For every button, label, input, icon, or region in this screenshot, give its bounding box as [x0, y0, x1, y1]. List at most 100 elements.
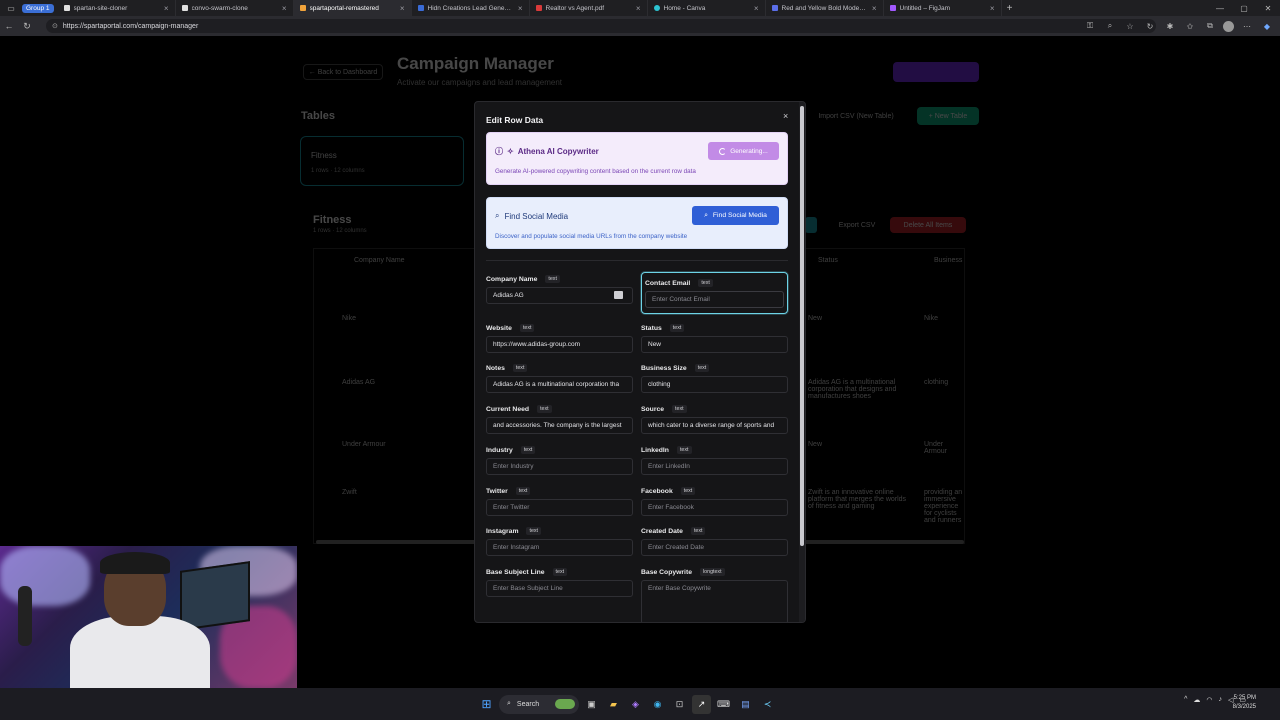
- modal-scroll-thumb[interactable]: [800, 106, 804, 546]
- export-csv-button[interactable]: Export CSV: [832, 217, 882, 233]
- tab-close-icon[interactable]: ×: [754, 4, 759, 13]
- zoom-icon[interactable]: ⌕: [1103, 19, 1117, 33]
- extensions-icon[interactable]: ✱: [1163, 19, 1177, 33]
- created-date-input[interactable]: Enter Created Date: [641, 539, 788, 556]
- base-subject-line-input[interactable]: Enter Base Subject Line: [486, 580, 633, 597]
- profile-avatar[interactable]: [1223, 20, 1234, 32]
- source-label: Source text: [641, 405, 687, 413]
- tab-close-icon[interactable]: ×: [400, 4, 405, 13]
- new-table-button[interactable]: + New Table: [917, 107, 979, 125]
- mic-icon[interactable]: ♪: [1218, 696, 1222, 704]
- address-bar: ← ↻ ⊙ https://spartaportal.com/campaign-…: [0, 16, 1280, 36]
- tab-red-yellow[interactable]: Red and Yellow Bold Modern You ×: [766, 0, 884, 16]
- edit-row-modal: Edit Row Data × ⓘ ✧ Athena AI Copywriter…: [474, 101, 806, 623]
- refresh-icon[interactable]: ↻: [1143, 19, 1157, 33]
- url-field[interactable]: ⊙ https://spartaportal.com/campaign-mana…: [46, 19, 1156, 33]
- more-icon[interactable]: ⋯: [1240, 19, 1254, 33]
- find-social-media-button[interactable]: ⌕ Find Social Media: [692, 206, 779, 225]
- wifi-icon[interactable]: ◠: [1206, 696, 1212, 704]
- tab-home-canva[interactable]: Home - Canva ×: [648, 0, 766, 16]
- tab-close-icon[interactable]: ×: [990, 4, 995, 13]
- tab-hidn-creations[interactable]: Hidn Creations Lead Generator - ×: [412, 0, 530, 16]
- company-name-input[interactable]: Adidas AG: [486, 287, 633, 304]
- tab-spartaportal-remastered[interactable]: spartaportal-remastered ×: [293, 0, 412, 16]
- minimize-icon[interactable]: —: [1208, 0, 1232, 16]
- vscode-icon[interactable]: ≺: [758, 695, 777, 714]
- terminal-icon[interactable]: ⌨: [714, 695, 733, 714]
- facebook-label: Facebook text: [641, 487, 696, 495]
- taskbar-search[interactable]: ⌕ Search: [499, 694, 579, 714]
- new-tab-icon[interactable]: +: [1002, 3, 1018, 14]
- back-to-dashboard-button[interactable]: ← Back to Dashboard: [303, 64, 383, 80]
- webcam-person-cap: [100, 552, 170, 574]
- find-social-description: Discover and populate social media URLs …: [495, 233, 688, 240]
- current-need-input[interactable]: and accessories. The company is the larg…: [486, 417, 633, 434]
- tab-spartan-site-cloner[interactable]: spartan-site-cloner ×: [58, 0, 176, 16]
- maximize-icon[interactable]: ▢: [1232, 0, 1256, 16]
- twitter-input[interactable]: Enter Twitter: [486, 499, 633, 516]
- tab-close-icon[interactable]: ×: [636, 4, 641, 13]
- taskbar-clock[interactable]: 5:25 PM 8/3/2025: [1233, 694, 1256, 712]
- windows-taskbar: ⊞ ⌕ Search ▣ ▰ ◈ ◉ ⊡ ↗ ⌨ ▤ ≺ ^ ☁ ◠ ♪ ◁ ▭…: [0, 688, 1280, 720]
- import-csv-button[interactable]: Import CSV (New Table): [806, 107, 906, 125]
- autofill-icon[interactable]: [614, 291, 623, 299]
- tab-close-icon[interactable]: ×: [282, 4, 287, 13]
- delete-all-button[interactable]: Delete All Items: [890, 217, 966, 233]
- task-view-icon[interactable]: ▣: [582, 695, 601, 714]
- tab-group-pill[interactable]: Group 1: [22, 3, 54, 13]
- contact-email-input[interactable]: Enter Contact Email: [645, 291, 784, 308]
- linkedin-label: LinkedIn text: [641, 446, 692, 454]
- reload-icon[interactable]: ↻: [18, 16, 36, 36]
- search-highlight-icon: [555, 699, 575, 709]
- instagram-input[interactable]: Enter Instagram: [486, 539, 633, 556]
- notes-input[interactable]: Adidas AG is a multinational corporation…: [486, 376, 633, 393]
- copilot-icon[interactable]: ◆: [1260, 19, 1274, 33]
- star-icon[interactable]: ☆: [1123, 19, 1137, 33]
- tab-close-icon[interactable]: ×: [872, 4, 877, 13]
- webcam-overlay: [0, 546, 297, 688]
- source-input[interactable]: which cater to a diverse range of sports…: [641, 417, 788, 434]
- industry-input[interactable]: Enter Industry: [486, 458, 633, 475]
- business-size-input[interactable]: clothing: [641, 376, 788, 393]
- base-copywrite-textarea[interactable]: Enter Base Copywrite: [641, 580, 788, 622]
- close-icon[interactable]: ×: [783, 111, 788, 121]
- favicon-icon: [63, 5, 70, 11]
- back-icon[interactable]: ←: [0, 16, 18, 36]
- website-input[interactable]: https://www.adidas-group.com: [486, 336, 633, 353]
- file-explorer-icon[interactable]: ▰: [604, 695, 623, 714]
- top-action-button[interactable]: [893, 62, 979, 82]
- browser-toolbar: ⚿ ⌕ ☆ ↻ ✱ ✩ ⧉ ⋯ ◆: [1083, 18, 1274, 34]
- tab-figjam[interactable]: Untitled – FigJam ×: [884, 0, 1002, 16]
- collections-icon[interactable]: ⧉: [1203, 19, 1217, 33]
- webcam-person-shirt: [70, 616, 210, 688]
- modal-scrollbar[interactable]: [799, 102, 805, 622]
- webcam-light: [0, 546, 90, 606]
- windows-start-icon[interactable]: ⊞: [477, 695, 496, 714]
- search-icon: ⌕: [507, 700, 511, 707]
- favicon-icon: [181, 5, 188, 11]
- store-icon[interactable]: ⊡: [670, 695, 689, 714]
- tab-realtor-vs-agent[interactable]: Realtor vs Agent.pdf ×: [530, 0, 648, 16]
- favicon-icon: [417, 5, 424, 11]
- tab-close-icon[interactable]: ×: [164, 4, 169, 13]
- linkedin-input[interactable]: Enter LinkedIn: [641, 458, 788, 475]
- base-copywrite-label: Base Copywrite longtext: [641, 568, 725, 576]
- facebook-input[interactable]: Enter Facebook: [641, 499, 788, 516]
- status-input[interactable]: New: [641, 336, 788, 353]
- cloud-icon[interactable]: ☁: [1193, 696, 1200, 704]
- key-icon[interactable]: ⚿: [1083, 19, 1097, 33]
- chevron-up-icon[interactable]: ^: [1184, 696, 1187, 704]
- app-window-icon[interactable]: ▤: [736, 695, 755, 714]
- favicon-icon: [771, 5, 778, 11]
- window-menu-icon[interactable]: ▭: [0, 0, 22, 16]
- tab-close-icon[interactable]: ×: [518, 4, 523, 13]
- table-card-fitness[interactable]: Fitness 1 rows · 12 columns: [300, 136, 464, 186]
- copilot-icon[interactable]: ◈: [626, 695, 645, 714]
- app-icon[interactable]: ↗: [692, 694, 711, 714]
- generate-copy-button[interactable]: Generating...: [708, 142, 779, 160]
- teal-action-button[interactable]: [805, 217, 817, 233]
- close-window-icon[interactable]: ✕: [1256, 0, 1280, 16]
- edge-icon[interactable]: ◉: [648, 695, 667, 714]
- tab-convo-swarm-clone[interactable]: convo-swarm-clone ×: [176, 0, 294, 16]
- favorites-icon[interactable]: ✩: [1183, 19, 1197, 33]
